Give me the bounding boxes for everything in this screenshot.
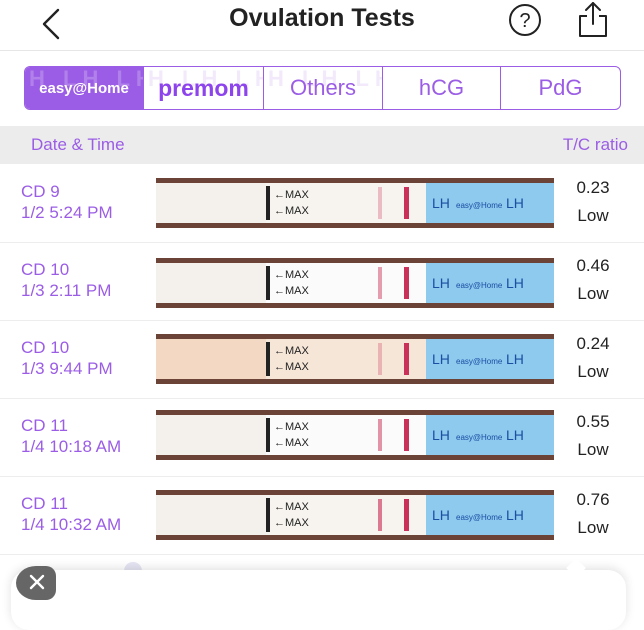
max-arrow-label: ←MAX <box>274 345 310 357</box>
brand-label: easy@Home <box>456 513 503 522</box>
lh-level-label: Low <box>577 206 609 225</box>
brand-label: easy@Home <box>456 201 503 210</box>
cycle-day: CD 9 <box>21 182 60 201</box>
lh-label: LH <box>506 427 524 443</box>
column-tc-ratio: T/C ratio <box>562 135 628 154</box>
tab-premom[interactable]: H LH LH premom <box>143 67 263 109</box>
lh-label: LH <box>432 351 450 367</box>
test-row[interactable]: CD 11 1/4 10:18 AM ←MAX ←MAX LH easy@Home LH 0.… <box>0 398 644 477</box>
max-arrow-label: ←MAX <box>274 189 310 201</box>
test-row[interactable]: CD 10 1/3 2:11 PM ←MAX ←MAX LH easy@Home LH 0.4… <box>0 242 644 321</box>
lh-label: LH <box>432 427 450 443</box>
tab-pdg[interactable]: PdG <box>500 67 620 109</box>
bottom-popup <box>11 570 626 630</box>
test-strip-image: ←MAX ←MAX LH easy@Home LH <box>156 410 554 460</box>
tc-ratio-value: 0.23 <box>576 178 610 197</box>
test-row[interactable]: CD 10 1/3 9:44 PM ←MAX ←MAX LH easy@Home LH 0.2… <box>0 320 644 399</box>
test-strip-image: ←MAX ←MAX LH easy@Home LH <box>156 334 554 384</box>
test-datetime: 1/3 9:44 PM <box>21 359 113 378</box>
max-arrow-label: ←MAX <box>274 437 310 449</box>
tab-easy-at-home[interactable]: H LH LH easy@Home <box>25 67 143 109</box>
test-datetime: 1/2 5:24 PM <box>21 203 113 222</box>
svg-text:?: ? <box>519 10 530 32</box>
brand-label: easy@Home <box>456 433 503 442</box>
tab-hcg[interactable]: hCG <box>382 67 500 109</box>
max-arrow-label: ←MAX <box>274 361 310 373</box>
lh-label: LH <box>506 351 524 367</box>
lh-label: LH <box>506 275 524 291</box>
tab-label-hcg: hCG <box>418 75 465 100</box>
lh-level-label: Low <box>577 284 609 303</box>
column-date-time: Date & Time <box>31 135 125 154</box>
tc-ratio-value: 0.55 <box>576 412 610 431</box>
tab-label-easy-at-home: easy@Home <box>39 79 129 97</box>
brand-tab-bar: H LH LH easy@Home H LH LH premom H LH LH… <box>24 66 621 110</box>
max-arrow-label: ←MAX <box>274 501 310 513</box>
lh-label: LH <box>506 507 524 523</box>
cycle-day: CD 10 <box>21 260 70 279</box>
brand-label: easy@Home <box>456 357 503 366</box>
cycle-day: CD 11 <box>21 494 68 513</box>
nav-header: Ovulation Tests ? <box>0 0 644 51</box>
close-icon[interactable] <box>16 566 56 600</box>
page-title: Ovulation Tests <box>229 4 415 32</box>
tc-ratio-value: 0.24 <box>576 334 610 353</box>
share-icon[interactable] <box>575 0 611 40</box>
test-datetime: 1/4 10:32 AM <box>21 515 122 534</box>
cycle-day: CD 10 <box>21 338 70 357</box>
max-arrow-label: ←MAX <box>274 517 310 529</box>
max-arrow-label: ←MAX <box>274 421 310 433</box>
lh-label: LH <box>432 195 450 211</box>
cycle-day: CD 11 <box>21 416 68 435</box>
test-strip-image: ←MAX ←MAX LH easy@Home LH <box>156 490 554 540</box>
brand-label: easy@Home <box>456 281 503 290</box>
max-arrow-label: ←MAX <box>274 205 310 217</box>
lh-level-label: Low <box>577 518 609 537</box>
test-row[interactable]: CD 11 1/4 10:32 AM ←MAX ←MAX LH easy@Home LH 0.… <box>0 476 644 555</box>
test-strip-image: ←MAX ←MAX LH easy@Home LH <box>156 178 554 228</box>
tab-label-pdg: PdG <box>538 75 583 100</box>
tab-others[interactable]: H LH LH Others <box>263 67 382 109</box>
lh-label: LH <box>432 275 450 291</box>
question-mark-icon[interactable]: ? <box>508 3 542 37</box>
tc-ratio-value: 0.76 <box>576 490 610 509</box>
test-datetime: 1/3 2:11 PM <box>21 281 112 300</box>
lh-level-label: Low <box>577 362 609 381</box>
column-header: Date & Time T/C ratio <box>0 126 644 164</box>
tab-label-others: Others <box>289 75 357 100</box>
lh-label: LH <box>432 507 450 523</box>
test-row[interactable]: CD 9 1/2 5:24 PM ←MAX ←MAX LH easy@Home LH 0.23… <box>0 164 644 243</box>
tc-ratio-value: 0.46 <box>576 256 610 275</box>
test-datetime: 1/4 10:18 AM <box>21 437 122 456</box>
max-arrow-label: ←MAX <box>274 285 310 297</box>
tab-label-premom: premom <box>158 74 249 101</box>
max-arrow-label: ←MAX <box>274 269 310 281</box>
lh-level-label: Low <box>577 440 609 459</box>
test-strip-image: ←MAX ←MAX LH easy@Home LH <box>156 258 554 308</box>
lh-label: LH <box>506 195 524 211</box>
